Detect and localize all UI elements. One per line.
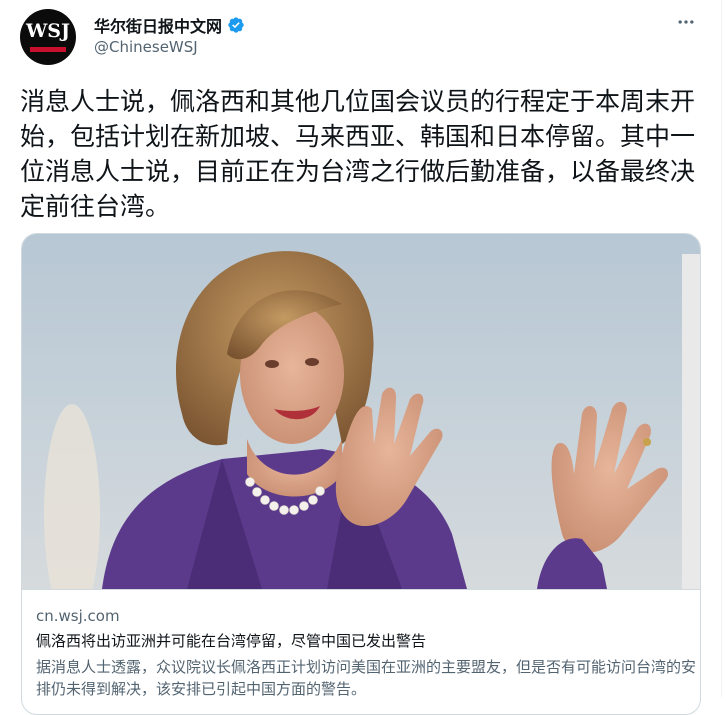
wsj-logo-bar	[30, 47, 66, 52]
author-name-row: 华尔街日报中文网	[94, 13, 245, 37]
display-name[interactable]: 华尔街日报中文网	[94, 13, 222, 37]
tweet[interactable]: WSJ 华尔街日报中文网 @ChineseWSJ 消息人士说，佩洛西和其他几位国…	[0, 0, 722, 715]
verified-badge-icon	[228, 17, 244, 33]
more-dots-icon	[678, 20, 694, 24]
card-image	[22, 234, 700, 589]
card-description: 据消息人士透露，众议院议长佩洛西正计划访问美国在亚洲的主要盟友，但是否有可能访问…	[36, 658, 697, 698]
card-title[interactable]: 佩洛西将出访亚洲并可能在台湾停留，尽管中国已发出警告	[36, 630, 426, 651]
wsj-logo: WSJ	[25, 20, 71, 42]
tweet-text: 消息人士说，佩洛西和其他几位国会议员的行程定于本周末开始，包括计划在新加坡、马来…	[20, 87, 696, 221]
more-icon[interactable]	[676, 12, 696, 37]
link-card[interactable]: cn.wsj.com 佩洛西将出访亚洲并可能在台湾停留，尽管中国已发出警告 据消…	[21, 233, 701, 715]
avatar[interactable]: WSJ	[20, 9, 76, 65]
card-domain: cn.wsj.com	[36, 607, 120, 625]
handle[interactable]: @ChineseWSJ	[94, 38, 198, 56]
card-meta: cn.wsj.com 佩洛西将出访亚洲并可能在台湾停留，尽管中国已发出警告 据消…	[22, 589, 700, 698]
